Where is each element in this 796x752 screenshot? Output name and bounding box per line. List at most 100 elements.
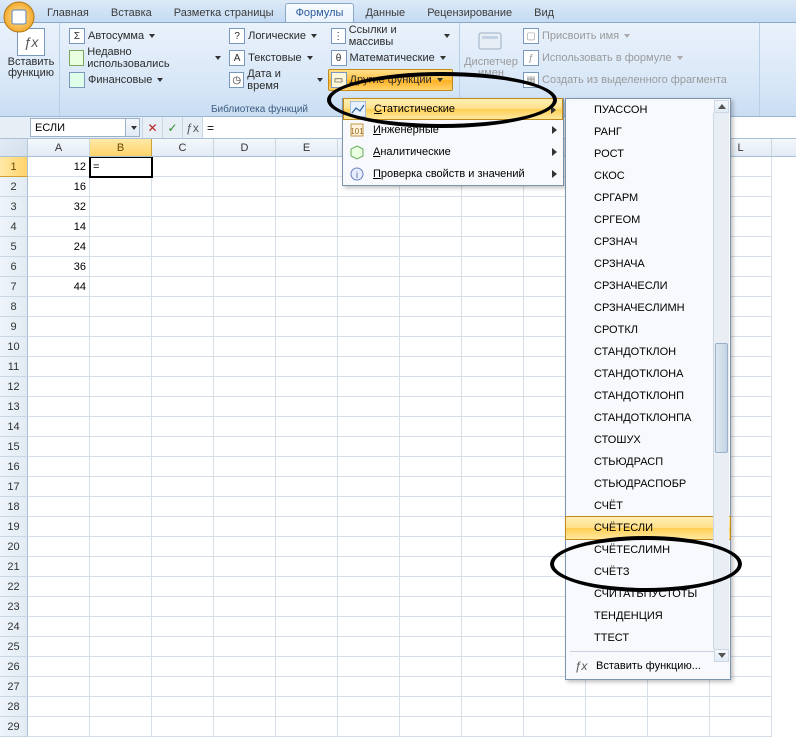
name-manager-button[interactable]: Диспетчер имен <box>466 25 516 91</box>
cell-H29[interactable] <box>462 717 524 737</box>
cell-G25[interactable] <box>400 637 462 657</box>
cell-B21[interactable] <box>90 557 152 577</box>
cell-G28[interactable] <box>400 697 462 717</box>
cell-A3[interactable]: 32 <box>28 197 90 217</box>
cell-D10[interactable] <box>214 337 276 357</box>
cell-F5[interactable] <box>338 237 400 257</box>
menu-item-fn-СТАНДОТКЛОНП[interactable]: СТАНДОТКЛОНП <box>566 385 730 407</box>
cell-H7[interactable] <box>462 277 524 297</box>
tab-review[interactable]: Рецензирование <box>416 3 523 22</box>
cell-F25[interactable] <box>338 637 400 657</box>
menu-item-analytical[interactable]: Аналитические <box>343 141 563 163</box>
cell-D4[interactable] <box>214 217 276 237</box>
cell-D24[interactable] <box>214 617 276 637</box>
tab-home[interactable]: Главная <box>36 3 100 22</box>
menu-item-fn-СРЗНАЧЕСЛИМН[interactable]: СРЗНАЧЕСЛИМН <box>566 297 730 319</box>
row-header[interactable]: 2 <box>0 177 28 197</box>
menu-item-fn-РОСТ[interactable]: РОСТ <box>566 143 730 165</box>
name-box[interactable] <box>30 118 126 137</box>
cell-F26[interactable] <box>338 657 400 677</box>
column-header-A[interactable]: A <box>28 139 90 156</box>
cell-B23[interactable] <box>90 597 152 617</box>
cell-A16[interactable] <box>28 457 90 477</box>
cell-H19[interactable] <box>462 517 524 537</box>
cell-G23[interactable] <box>400 597 462 617</box>
menu-item-engineering[interactable]: 101 Инженерные <box>343 119 563 141</box>
cell-C19[interactable] <box>152 517 214 537</box>
menu-item-fn-СТАНДОТКЛОНПА[interactable]: СТАНДОТКЛОНПА <box>566 407 730 429</box>
cell-B17[interactable] <box>90 477 152 497</box>
cell-C6[interactable] <box>152 257 214 277</box>
cell-E16[interactable] <box>276 457 338 477</box>
cell-C18[interactable] <box>152 497 214 517</box>
cell-C16[interactable] <box>152 457 214 477</box>
cell-F19[interactable] <box>338 517 400 537</box>
cell-B5[interactable] <box>90 237 152 257</box>
cell-H28[interactable] <box>462 697 524 717</box>
cell-A8[interactable] <box>28 297 90 317</box>
cell-B16[interactable] <box>90 457 152 477</box>
cell-E1[interactable] <box>276 157 338 177</box>
cell-E6[interactable] <box>276 257 338 277</box>
cell-B2[interactable] <box>90 177 152 197</box>
name-box-dropdown[interactable] <box>126 118 140 137</box>
cell-H25[interactable] <box>462 637 524 657</box>
cell-F20[interactable] <box>338 537 400 557</box>
cell-A25[interactable] <box>28 637 90 657</box>
cell-F18[interactable] <box>338 497 400 517</box>
cell-G9[interactable] <box>400 317 462 337</box>
financial-button[interactable]: Финансовые <box>66 69 224 91</box>
select-all-corner[interactable] <box>0 139 28 156</box>
cell-C22[interactable] <box>152 577 214 597</box>
cell-B6[interactable] <box>90 257 152 277</box>
cell-A21[interactable] <box>28 557 90 577</box>
tab-formulas[interactable]: Формулы <box>285 3 355 22</box>
cell-B26[interactable] <box>90 657 152 677</box>
cell-H12[interactable] <box>462 377 524 397</box>
cell-D21[interactable] <box>214 557 276 577</box>
row-header[interactable]: 25 <box>0 637 28 657</box>
lookup-button[interactable]: ⋮Ссылки и массивы <box>328 25 453 47</box>
column-header-E[interactable]: E <box>276 139 338 156</box>
row-header[interactable]: 20 <box>0 537 28 557</box>
menu-item-insert-function[interactable]: ƒx Вставить функцию... <box>566 654 730 678</box>
cell-C3[interactable] <box>152 197 214 217</box>
scroll-thumb[interactable] <box>715 343 728 453</box>
cell-A13[interactable] <box>28 397 90 417</box>
cell-G21[interactable] <box>400 557 462 577</box>
row-header[interactable]: 21 <box>0 557 28 577</box>
cell-B29[interactable] <box>90 717 152 737</box>
cell-C12[interactable] <box>152 377 214 397</box>
row-header[interactable]: 5 <box>0 237 28 257</box>
cell-A26[interactable] <box>28 657 90 677</box>
cell-A20[interactable] <box>28 537 90 557</box>
cell-A12[interactable] <box>28 377 90 397</box>
menu-item-fn-СРГЕОМ[interactable]: СРГЕОМ <box>566 209 730 231</box>
menu-item-fn-СРОТКЛ[interactable]: СРОТКЛ <box>566 319 730 341</box>
cell-G5[interactable] <box>400 237 462 257</box>
cell-G10[interactable] <box>400 337 462 357</box>
cell-G19[interactable] <box>400 517 462 537</box>
math-button[interactable]: θМатематические <box>328 47 453 69</box>
cell-B7[interactable] <box>90 277 152 297</box>
cell-E12[interactable] <box>276 377 338 397</box>
tab-page-layout[interactable]: Разметка страницы <box>163 3 285 22</box>
cell-H18[interactable] <box>462 497 524 517</box>
cell-B24[interactable] <box>90 617 152 637</box>
cell-A7[interactable]: 44 <box>28 277 90 297</box>
cell-E23[interactable] <box>276 597 338 617</box>
cell-D9[interactable] <box>214 317 276 337</box>
cell-F21[interactable] <box>338 557 400 577</box>
cell-E3[interactable] <box>276 197 338 217</box>
cell-H17[interactable] <box>462 477 524 497</box>
cell-D29[interactable] <box>214 717 276 737</box>
menu-item-fn-СТЬЮДРАСП[interactable]: СТЬЮДРАСП <box>566 451 730 473</box>
tab-insert[interactable]: Вставка <box>100 3 163 22</box>
column-header-D[interactable]: D <box>214 139 276 156</box>
row-header[interactable]: 3 <box>0 197 28 217</box>
cell-F17[interactable] <box>338 477 400 497</box>
menu-item-fn-СЧЁТЗ[interactable]: СЧЁТЗ <box>566 561 730 583</box>
menu-item-fn-СЧЁТЕСЛИМН[interactable]: СЧЁТЕСЛИМН <box>566 539 730 561</box>
menu-item-information[interactable]: i Проверка свойств и значений <box>343 163 563 185</box>
cell-B4[interactable] <box>90 217 152 237</box>
